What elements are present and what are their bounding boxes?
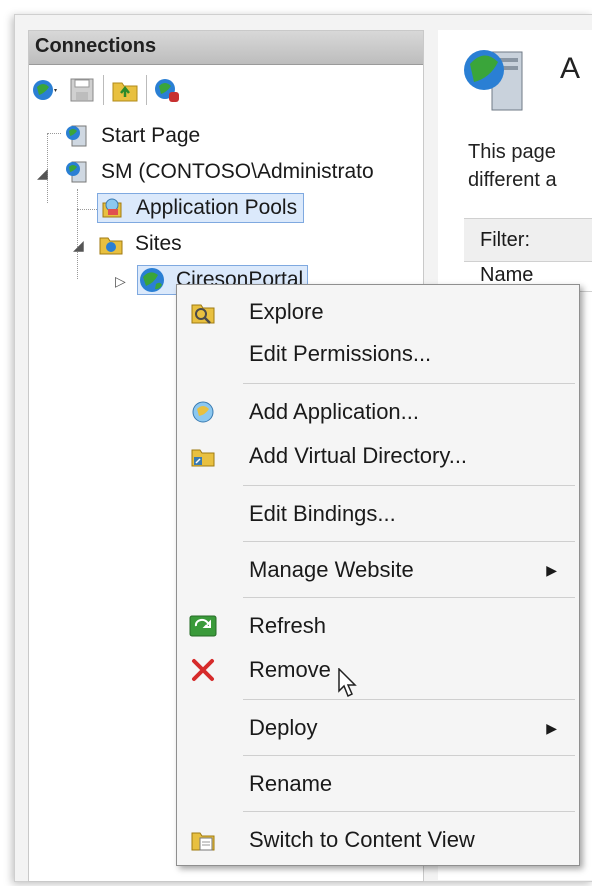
explore-icon <box>187 296 219 328</box>
menu-item-add-virtual-directory[interactable]: Add Virtual Directory... <box>177 435 579 477</box>
menu-separator <box>243 699 575 700</box>
menu-label: Add Application... <box>249 399 420 424</box>
menu-label: Deploy <box>249 715 318 740</box>
connect-icon[interactable] <box>31 75 61 105</box>
menu-item-edit-permissions[interactable]: Edit Permissions... <box>177 333 579 375</box>
menu-separator <box>243 755 575 756</box>
tree-node-start-page[interactable]: Start Page <box>63 119 204 153</box>
menu-label: Refresh <box>249 613 327 638</box>
disconnect-icon[interactable] <box>153 75 183 105</box>
menu-separator <box>243 383 575 384</box>
tree-label: Application Pools <box>136 196 298 219</box>
tree-node-sites[interactable]: Sites <box>97 227 186 261</box>
context-menu: Explore Edit Permissions... Add Applicat… <box>176 284 580 866</box>
connections-header: Connections <box>29 31 423 65</box>
menu-label: Edit Bindings... <box>249 501 396 526</box>
connections-toolbar <box>29 67 423 113</box>
menu-item-switch-content-view[interactable]: Switch to Content View <box>177 819 579 861</box>
menu-label: Explore <box>249 299 324 324</box>
mouse-cursor-icon <box>338 667 360 703</box>
menu-item-manage-website[interactable]: Manage Website ▶ <box>177 549 579 591</box>
menu-separator <box>243 541 575 542</box>
menu-item-remove[interactable]: Remove <box>177 649 579 691</box>
tree-label: SM (CONTOSO\Administrato <box>101 160 374 183</box>
page-description: This page different a <box>468 138 557 194</box>
tree-label: Start Page <box>101 124 201 147</box>
menu-label: Switch to Content View <box>249 827 475 852</box>
toolbar-separator <box>146 75 147 105</box>
menu-item-refresh[interactable]: Refresh <box>177 605 579 647</box>
start-page-icon <box>63 122 91 150</box>
description-line: This page <box>468 141 556 163</box>
collapse-sites-icon[interactable]: ◢ <box>73 237 84 254</box>
description-line: different a <box>468 169 557 191</box>
menu-label: Manage Website <box>249 557 414 582</box>
menu-item-add-application[interactable]: Add Application... <box>177 391 579 433</box>
globe-icon <box>138 266 166 294</box>
tree-line <box>77 209 97 210</box>
submenu-arrow-icon: ▶ <box>546 719 557 736</box>
menu-separator <box>243 485 575 486</box>
server-globe-icon <box>460 44 530 119</box>
submenu-arrow-icon: ▶ <box>546 561 557 578</box>
menu-separator <box>243 597 575 598</box>
collapse-server-icon[interactable]: ◢ <box>37 165 48 182</box>
add-application-icon <box>187 396 219 428</box>
filter-label[interactable]: Filter: <box>464 218 592 262</box>
tree-line <box>47 133 61 134</box>
selection-highlight: Application Pools <box>97 193 305 223</box>
menu-label: Add Virtual Directory... <box>249 443 468 468</box>
sites-folder-icon <box>97 230 125 258</box>
save-icon[interactable] <box>67 75 97 105</box>
tree-line <box>77 189 78 279</box>
tree-label: Sites <box>135 232 182 255</box>
menu-label: Rename <box>249 771 333 796</box>
menu-item-edit-bindings[interactable]: Edit Bindings... <box>177 493 579 535</box>
tree-node-application-pools[interactable]: Application Pools <box>97 191 305 225</box>
expand-site-icon[interactable]: ▷ <box>115 273 126 290</box>
content-view-icon <box>187 824 219 856</box>
menu-item-explore[interactable]: Explore <box>177 291 579 333</box>
remove-x-icon <box>187 654 219 686</box>
menu-item-deploy[interactable]: Deploy ▶ <box>177 707 579 749</box>
up-folder-icon[interactable] <box>110 75 140 105</box>
refresh-icon <box>187 610 219 642</box>
add-virtual-directory-icon <box>187 440 219 472</box>
menu-label: Edit Permissions... <box>249 341 432 366</box>
server-icon <box>63 158 91 186</box>
application-pools-icon <box>98 194 126 222</box>
page-title: A <box>560 52 581 85</box>
menu-separator <box>243 811 575 812</box>
tree-node-server[interactable]: SM (CONTOSO\Administrato <box>63 155 378 189</box>
toolbar-separator <box>103 75 104 105</box>
menu-item-rename[interactable]: Rename <box>177 763 579 805</box>
menu-label: Remove <box>249 657 331 682</box>
